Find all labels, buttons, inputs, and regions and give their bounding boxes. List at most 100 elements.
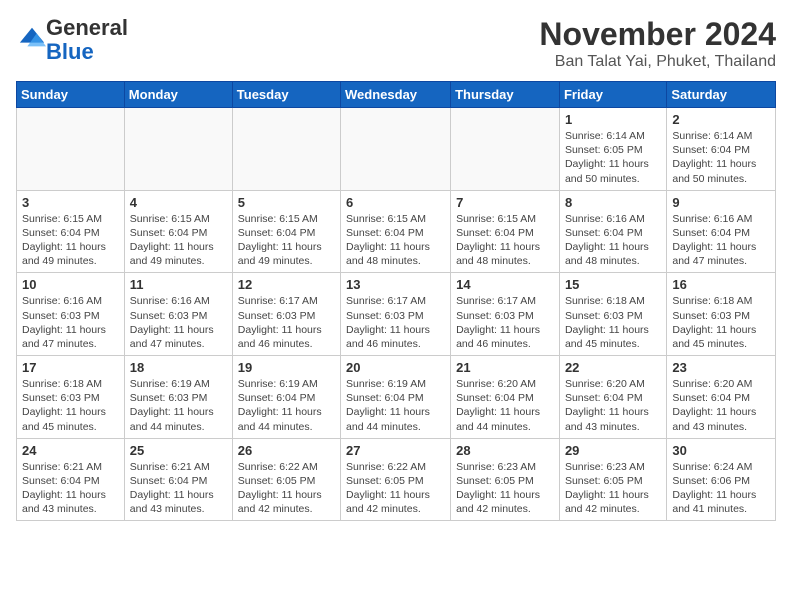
day-info: Sunrise: 6:15 AM Sunset: 6:04 PM Dayligh… <box>22 212 119 269</box>
day-number: 29 <box>565 443 661 458</box>
day-info: Sunrise: 6:19 AM Sunset: 6:03 PM Dayligh… <box>130 377 227 434</box>
calendar-cell: 14Sunrise: 6:17 AM Sunset: 6:03 PM Dayli… <box>451 273 560 356</box>
calendar-cell: 3 Sunrise: 6:15 AM Sunset: 6:04 PM Daylig… <box>17 190 125 273</box>
calendar-cell: 20Sunrise: 6:19 AM Sunset: 6:04 PM Dayli… <box>341 356 451 439</box>
day-info: Sunrise: 6:18 AM Sunset: 6:03 PM Dayligh… <box>672 294 770 351</box>
day-info: Sunrise: 6:16 AM Sunset: 6:03 PM Dayligh… <box>130 294 227 351</box>
calendar-cell: 25 Sunrise: 6:21 AM Sunset: 6:04 PM Dayli… <box>124 438 232 521</box>
day-number: 2 <box>672 112 770 127</box>
calendar-cell: 23 Sunrise: 6:20 AM Sunset: 6:04 PM Dayli… <box>667 356 776 439</box>
calendar-cell <box>17 108 125 191</box>
day-number: 12 <box>238 277 335 292</box>
day-info: Sunrise: 6:16 AM Sunset: 6:04 PM Dayligh… <box>565 212 661 269</box>
week-row-5: 24Sunrise: 6:21 AM Sunset: 6:04 PM Dayli… <box>17 438 776 521</box>
calendar-cell: 7 Sunrise: 6:15 AM Sunset: 6:04 PM Daylig… <box>451 190 560 273</box>
day-info: Sunrise: 6:14 AM Sunset: 6:05 PM Dayligh… <box>565 129 661 186</box>
logo-general: General <box>46 15 128 40</box>
calendar-cell: 27Sunrise: 6:22 AM Sunset: 6:05 PM Dayli… <box>341 438 451 521</box>
day-info: Sunrise: 6:14 AM Sunset: 6:04 PM Dayligh… <box>672 129 770 186</box>
day-info: Sunrise: 6:15 AM Sunset: 6:04 PM Dayligh… <box>346 212 445 269</box>
day-info: Sunrise: 6:23 AM Sunset: 6:05 PM Dayligh… <box>565 460 661 517</box>
day-info: Sunrise: 6:15 AM Sunset: 6:04 PM Dayligh… <box>238 212 335 269</box>
day-number: 5 <box>238 195 335 210</box>
calendar-cell: 18 Sunrise: 6:19 AM Sunset: 6:03 PM Dayli… <box>124 356 232 439</box>
weekday-header-tuesday: Tuesday <box>232 82 340 108</box>
day-number: 10 <box>22 277 119 292</box>
calendar-cell <box>232 108 340 191</box>
calendar-cell: 28 Sunrise: 6:23 AM Sunset: 6:05 PM Dayli… <box>451 438 560 521</box>
day-info: Sunrise: 6:17 AM Sunset: 6:03 PM Dayligh… <box>238 294 335 351</box>
day-number: 6 <box>346 195 445 210</box>
calendar-cell: 22 Sunrise: 6:20 AM Sunset: 6:04 PM Dayli… <box>559 356 666 439</box>
day-info: Sunrise: 6:20 AM Sunset: 6:04 PM Dayligh… <box>672 377 770 434</box>
day-info: Sunrise: 6:15 AM Sunset: 6:04 PM Dayligh… <box>456 212 554 269</box>
calendar-cell: 13Sunrise: 6:17 AM Sunset: 6:03 PM Dayli… <box>341 273 451 356</box>
weekday-header-thursday: Thursday <box>451 82 560 108</box>
day-info: Sunrise: 6:21 AM Sunset: 6:04 PM Dayligh… <box>22 460 119 517</box>
calendar-cell <box>341 108 451 191</box>
day-number: 19 <box>238 360 335 375</box>
calendar-cell <box>451 108 560 191</box>
title-area: November 2024 Ban Talat Yai, Phuket, Tha… <box>539 16 776 71</box>
location-title: Ban Talat Yai, Phuket, Thailand <box>539 53 776 71</box>
day-info: Sunrise: 6:21 AM Sunset: 6:04 PM Dayligh… <box>130 460 227 517</box>
calendar-cell: 16 Sunrise: 6:18 AM Sunset: 6:03 PM Dayli… <box>667 273 776 356</box>
day-number: 1 <box>565 112 661 127</box>
calendar-cell: 1 Sunrise: 6:14 AM Sunset: 6:05 PM Daylig… <box>559 108 666 191</box>
day-number: 13 <box>346 277 445 292</box>
calendar-cell: 15Sunrise: 6:18 AM Sunset: 6:03 PM Dayli… <box>559 273 666 356</box>
logo-text: General Blue <box>46 16 128 64</box>
logo-blue: Blue <box>46 39 94 64</box>
day-number: 3 <box>22 195 119 210</box>
day-number: 20 <box>346 360 445 375</box>
day-number: 25 <box>130 443 227 458</box>
day-number: 9 <box>672 195 770 210</box>
week-row-4: 17 Sunrise: 6:18 AM Sunset: 6:03 PM Dayli… <box>17 356 776 439</box>
day-number: 28 <box>456 443 554 458</box>
day-info: Sunrise: 6:20 AM Sunset: 6:04 PM Dayligh… <box>565 377 661 434</box>
day-number: 30 <box>672 443 770 458</box>
calendar-cell: 12 Sunrise: 6:17 AM Sunset: 6:03 PM Dayli… <box>232 273 340 356</box>
calendar-cell: 9 Sunrise: 6:16 AM Sunset: 6:04 PM Daylig… <box>667 190 776 273</box>
weekday-header-wednesday: Wednesday <box>341 82 451 108</box>
day-info: Sunrise: 6:18 AM Sunset: 6:03 PM Dayligh… <box>22 377 119 434</box>
day-info: Sunrise: 6:22 AM Sunset: 6:05 PM Dayligh… <box>238 460 335 517</box>
header: General Blue November 2024 Ban Talat Yai… <box>16 16 776 71</box>
day-number: 21 <box>456 360 554 375</box>
day-number: 16 <box>672 277 770 292</box>
calendar-cell: 24Sunrise: 6:21 AM Sunset: 6:04 PM Dayli… <box>17 438 125 521</box>
day-number: 18 <box>130 360 227 375</box>
day-info: Sunrise: 6:16 AM Sunset: 6:03 PM Dayligh… <box>22 294 119 351</box>
day-number: 26 <box>238 443 335 458</box>
weekday-header-sunday: Sunday <box>17 82 125 108</box>
calendar-cell: 4 Sunrise: 6:15 AM Sunset: 6:04 PM Daylig… <box>124 190 232 273</box>
weekday-header-monday: Monday <box>124 82 232 108</box>
day-info: Sunrise: 6:15 AM Sunset: 6:04 PM Dayligh… <box>130 212 227 269</box>
day-info: Sunrise: 6:16 AM Sunset: 6:04 PM Dayligh… <box>672 212 770 269</box>
logo-icon <box>18 24 46 52</box>
day-number: 17 <box>22 360 119 375</box>
day-number: 7 <box>456 195 554 210</box>
weekday-header-row: SundayMondayTuesdayWednesdayThursdayFrid… <box>17 82 776 108</box>
calendar-cell: 26 Sunrise: 6:22 AM Sunset: 6:05 PM Dayli… <box>232 438 340 521</box>
calendar-cell <box>124 108 232 191</box>
day-number: 4 <box>130 195 227 210</box>
day-info: Sunrise: 6:19 AM Sunset: 6:04 PM Dayligh… <box>238 377 335 434</box>
day-number: 8 <box>565 195 661 210</box>
weekday-header-saturday: Saturday <box>667 82 776 108</box>
day-info: Sunrise: 6:23 AM Sunset: 6:05 PM Dayligh… <box>456 460 554 517</box>
calendar-cell: 30Sunrise: 6:24 AM Sunset: 6:06 PM Dayli… <box>667 438 776 521</box>
calendar-cell: 11Sunrise: 6:16 AM Sunset: 6:03 PM Dayli… <box>124 273 232 356</box>
month-title: November 2024 <box>539 16 776 53</box>
day-number: 22 <box>565 360 661 375</box>
weekday-header-friday: Friday <box>559 82 666 108</box>
calendar-cell: 29 Sunrise: 6:23 AM Sunset: 6:05 PM Dayli… <box>559 438 666 521</box>
calendar-cell: 17 Sunrise: 6:18 AM Sunset: 6:03 PM Dayli… <box>17 356 125 439</box>
calendar-cell: 2 Sunrise: 6:14 AM Sunset: 6:04 PM Daylig… <box>667 108 776 191</box>
week-row-1: 1 Sunrise: 6:14 AM Sunset: 6:05 PM Daylig… <box>17 108 776 191</box>
calendar-cell: 5 Sunrise: 6:15 AM Sunset: 6:04 PM Daylig… <box>232 190 340 273</box>
day-number: 23 <box>672 360 770 375</box>
calendar-cell: 8 Sunrise: 6:16 AM Sunset: 6:04 PM Daylig… <box>559 190 666 273</box>
calendar-cell: 21Sunrise: 6:20 AM Sunset: 6:04 PM Dayli… <box>451 356 560 439</box>
day-number: 14 <box>456 277 554 292</box>
